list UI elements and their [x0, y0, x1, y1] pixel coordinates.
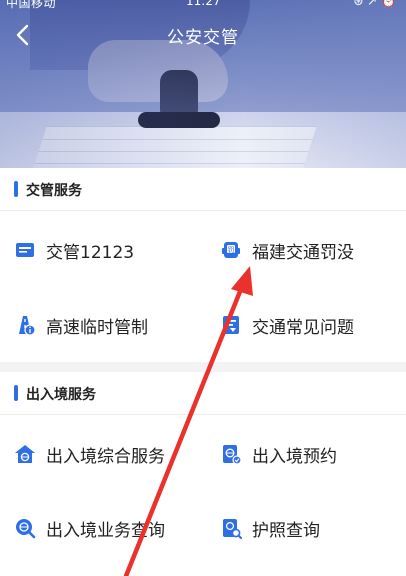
- svg-text:罚: 罚: [228, 246, 235, 254]
- service-item-label: 福建交通罚没: [252, 242, 354, 263]
- card-icon: [14, 239, 36, 261]
- highway-info-icon: [14, 314, 36, 336]
- booking-doc-icon: [220, 443, 242, 465]
- nav-bar: 公安交管: [0, 16, 406, 56]
- service-item-label: 出入境业务查询: [46, 520, 165, 541]
- section-traffic-header: 交管服务: [0, 168, 406, 210]
- carrier-label: 中国移动: [6, 0, 57, 10]
- service-item-label: 高速临时管制: [46, 317, 148, 338]
- service-item-traffic-faq[interactable]: 交通常见问题: [220, 305, 354, 345]
- service-item-fujian-fines[interactable]: 罚 福建交通罚没: [220, 230, 354, 270]
- status-bar: 中国移动 11:27 ⊛ ↗ ⏰: [0, 0, 406, 10]
- service-item-immigration-query[interactable]: 出入境业务查询: [14, 508, 165, 548]
- globe-search-icon: [14, 517, 36, 539]
- home-globe-icon: [14, 443, 36, 465]
- section-immigration-header: 出入境服务: [0, 372, 406, 414]
- service-item-immigration-booking[interactable]: 出入境预约: [220, 434, 337, 474]
- service-item-label: 交通常见问题: [252, 317, 354, 338]
- status-icons: ⊛ ↗ ⏰: [353, 0, 396, 8]
- service-item-highway-control[interactable]: 高速临时管制: [14, 305, 148, 345]
- service-item-label: 护照查询: [252, 520, 320, 541]
- service-item-label: 交管12123: [46, 242, 135, 263]
- section-title: 出入境服务: [26, 387, 96, 403]
- service-item-passport-query[interactable]: 护照查询: [220, 508, 320, 548]
- service-item-immigration-general[interactable]: 出入境综合服务: [14, 434, 165, 474]
- service-item-label: 出入境综合服务: [46, 446, 165, 467]
- car-penalty-icon: 罚: [220, 239, 242, 261]
- section-accent-bar: [14, 385, 18, 401]
- section-title: 交管服务: [26, 183, 82, 199]
- status-time: 11:27: [186, 0, 221, 8]
- page-title: 公安交管: [167, 28, 239, 48]
- section-accent-bar: [14, 181, 18, 197]
- service-item-jiaoguan12123[interactable]: 交管12123: [14, 230, 134, 270]
- service-item-label: 出入境预约: [252, 446, 337, 467]
- passport-search-icon: [220, 517, 242, 539]
- faq-doc-icon: [220, 314, 242, 336]
- section-gap: [0, 362, 406, 372]
